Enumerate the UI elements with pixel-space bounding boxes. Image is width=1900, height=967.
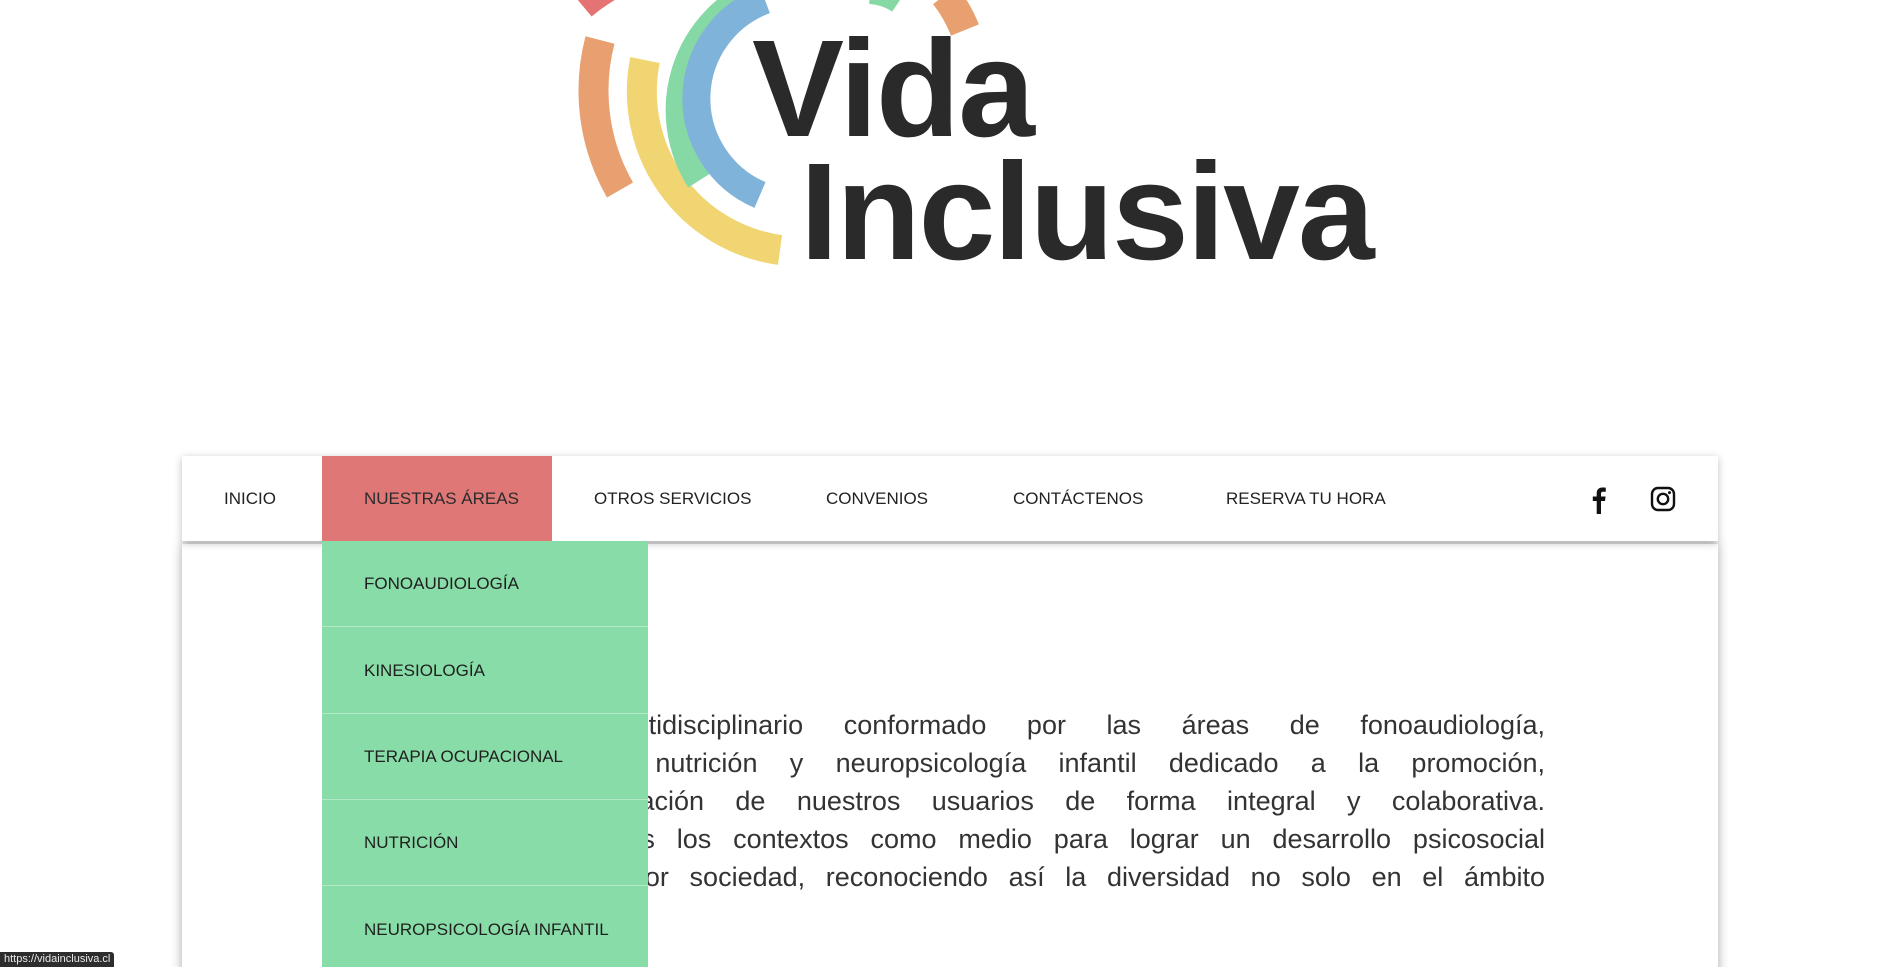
- paragraph-line: salud multidisciplinario conformado por …: [500, 710, 1545, 740]
- paragraph-line: upacional, nutrición y neuropsicología i…: [500, 748, 1545, 778]
- nav-item-reserva-tu-hora[interactable]: RESERVA TU HORA: [1226, 456, 1386, 541]
- dropdown-item-nutricion[interactable]: NUTRICIÓN: [322, 800, 648, 886]
- page: Vida Inclusiva os salud multidisciplinar…: [0, 0, 1900, 967]
- nav-item-otros-servicios[interactable]: OTROS SERVICIOS: [594, 456, 751, 541]
- dropdown-item-terapia-ocupacional[interactable]: TERAPIA OCUPACIONAL: [322, 714, 648, 800]
- paragraph-line: y rehabilitación de nuestros usuarios de…: [500, 786, 1545, 816]
- logo-text-inclusiva: Inclusiva: [800, 135, 1375, 289]
- dropdown-item-neuropsicologia-infantil[interactable]: NEUROPSICOLOGÍA INFANTIL: [322, 887, 648, 967]
- paragraph-line: ir una mejor sociedad, reconociendo así …: [500, 862, 1545, 892]
- main-navbar: INICIO NUESTRAS ÁREAS OTROS SERVICIOS CO…: [182, 456, 1718, 541]
- nav-item-inicio[interactable]: INICIO: [224, 456, 276, 541]
- nav-item-contactenos[interactable]: CONTÁCTENOS: [1013, 456, 1143, 541]
- dropdown-item-fonoaudiologia[interactable]: FONOAUDIOLOGÍA: [322, 541, 648, 627]
- status-url: https://vidainclusiva.cl: [0, 952, 115, 967]
- paragraph-line: n en todos los contextos como medio para…: [500, 824, 1545, 854]
- about-paragraph: salud multidisciplinario conformado por …: [500, 706, 1545, 896]
- site-logo[interactable]: Vida Inclusiva: [560, 0, 1375, 320]
- dropdown-item-kinesiologia[interactable]: KINESIOLOGÍA: [322, 628, 648, 714]
- nav-item-convenios[interactable]: CONVENIOS: [826, 456, 928, 541]
- nuestras-areas-dropdown: FONOAUDIOLOGÍA KINESIOLOGÍA TERAPIA OCUP…: [322, 541, 648, 967]
- facebook-icon[interactable]: [1584, 484, 1614, 514]
- instagram-icon[interactable]: [1648, 484, 1678, 514]
- nav-item-nuestras-areas[interactable]: NUESTRAS ÁREAS: [322, 456, 552, 541]
